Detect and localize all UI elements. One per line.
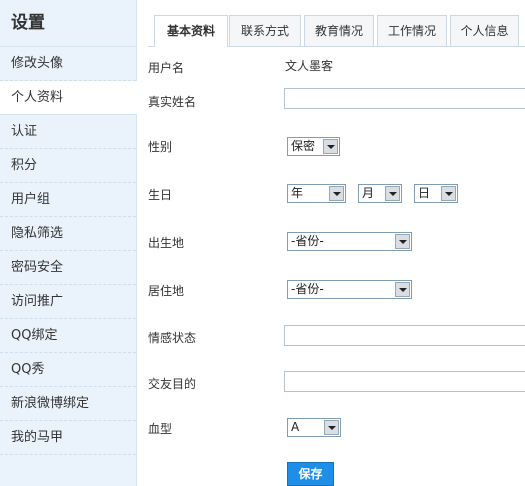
sidebar-item-verification[interactable]: 认证 <box>0 115 136 149</box>
purpose-input[interactable] <box>284 371 525 392</box>
chevron-down-icon <box>395 234 410 249</box>
relationship-input[interactable] <box>284 325 525 346</box>
realname-input[interactable] <box>284 88 525 109</box>
profile-tabs: 基本资料 联系方式 教育情况 工作情况 个人信息 <box>148 15 525 47</box>
realname-label: 真实姓名 <box>148 95 197 109</box>
birthday-label: 生日 <box>148 188 173 202</box>
relationship-label: 情感状态 <box>148 331 197 345</box>
chevron-down-icon <box>395 282 410 297</box>
bloodtype-label: 血型 <box>148 422 173 436</box>
username-label: 用户名 <box>148 61 185 75</box>
purpose-label: 交友目的 <box>148 377 197 391</box>
sidebar-item-vest[interactable]: 我的马甲 <box>0 421 136 455</box>
settings-sidebar: 设置 修改头像 个人资料 认证 积分 用户组 隐私筛选 密码安全 访问推广 QQ… <box>0 0 137 486</box>
chevron-down-icon <box>324 420 339 435</box>
tab-contact[interactable]: 联系方式 <box>229 15 301 46</box>
chevron-down-icon <box>441 186 456 201</box>
gender-select[interactable]: 保密 <box>287 137 340 156</box>
birth-month-select[interactable]: 月 <box>358 184 402 203</box>
sidebar-item-profile[interactable]: 个人资料 <box>0 81 137 115</box>
birth-day-value: 日 <box>418 186 431 200</box>
sidebar-item-weibo-bind[interactable]: 新浪微博绑定 <box>0 387 136 421</box>
sidebar-item-avatar[interactable]: 修改头像 <box>0 47 136 81</box>
bloodtype-select[interactable]: A <box>287 418 341 437</box>
birth-day-select[interactable]: 日 <box>414 184 458 203</box>
gender-select-value: 保密 <box>291 139 316 153</box>
tab-basic-info[interactable]: 基本资料 <box>154 15 228 47</box>
birth-month-value: 月 <box>362 186 375 200</box>
bloodtype-select-value: A <box>291 420 300 434</box>
residence-province-value: -省份- <box>291 282 324 296</box>
save-button[interactable]: 保存 <box>287 462 334 486</box>
sidebar-item-promotion[interactable]: 访问推广 <box>0 285 136 319</box>
sidebar-item-qq-bind[interactable]: QQ绑定 <box>0 319 136 353</box>
birthplace-province-select[interactable]: -省份- <box>287 232 412 251</box>
birthplace-label: 出生地 <box>148 236 185 250</box>
sidebar-item-points[interactable]: 积分 <box>0 149 136 183</box>
sidebar-item-privacy[interactable]: 隐私筛选 <box>0 217 136 251</box>
username-value: 文人墨客 <box>285 59 334 73</box>
sidebar-item-qq-show[interactable]: QQ秀 <box>0 353 136 387</box>
residence-label: 居住地 <box>148 284 185 298</box>
chevron-down-icon <box>329 186 344 201</box>
sidebar-title: 设置 <box>0 0 136 47</box>
residence-province-select[interactable]: -省份- <box>287 280 412 299</box>
birth-year-value: 年 <box>291 186 304 200</box>
sidebar-item-usergroup[interactable]: 用户组 <box>0 183 136 217</box>
chevron-down-icon <box>323 139 338 154</box>
birth-year-select[interactable]: 年 <box>287 184 346 203</box>
tab-work[interactable]: 工作情况 <box>377 15 447 46</box>
tab-education[interactable]: 教育情况 <box>304 15 374 46</box>
birthplace-province-value: -省份- <box>291 234 324 248</box>
gender-label: 性别 <box>148 140 173 154</box>
sidebar-item-password[interactable]: 密码安全 <box>0 251 136 285</box>
chevron-down-icon <box>385 186 400 201</box>
tab-personal-info[interactable]: 个人信息 <box>450 15 519 46</box>
